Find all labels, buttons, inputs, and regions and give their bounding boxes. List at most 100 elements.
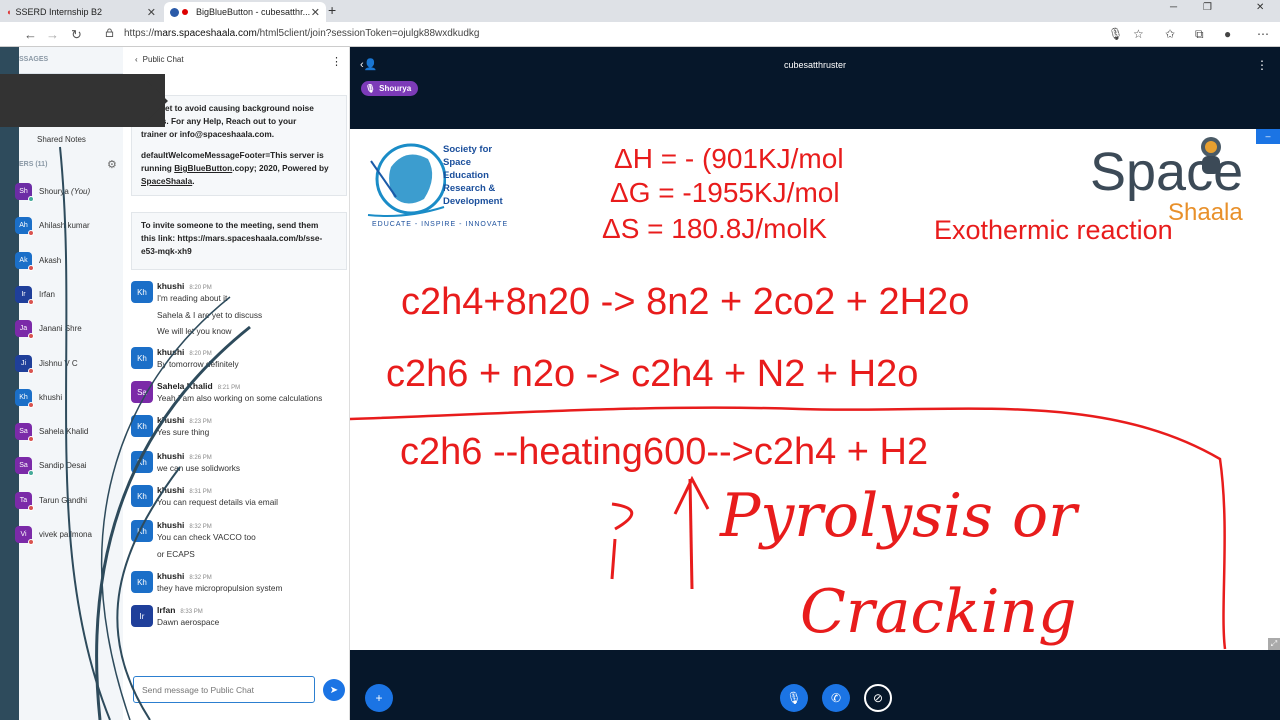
options-kebab-icon[interactable]: ⋮ — [1256, 58, 1268, 72]
share-webcam-button[interactable]: ⊘ — [864, 684, 892, 712]
user-list-item[interactable]: Sa Sahela Khalid — [15, 423, 123, 453]
message-sender: khushi 8:23 PM — [157, 415, 212, 425]
send-message-button[interactable]: ➤ — [323, 679, 345, 701]
logo-line: Research & — [443, 183, 496, 194]
forward-icon[interactable]: → — [46, 27, 59, 42]
user-status-icon — [28, 264, 34, 271]
profile-avatar-icon[interactable]: ● — [1224, 27, 1231, 41]
message-avatar: Kh — [131, 415, 153, 437]
chat-header[interactable]: ‹ Public Chat — [135, 55, 184, 64]
user-list-item[interactable]: Ta Tarun Gandhi — [15, 491, 123, 522]
entropy-text: ΔS = 180.8J/molK — [602, 213, 827, 244]
message-sender: khushi 8:31 PM — [157, 485, 212, 495]
minimize-presentation-button[interactable]: – — [1256, 129, 1280, 144]
message-time: 8:21 PM — [217, 385, 241, 391]
chat-title: Public Chat — [142, 55, 184, 64]
exothermic-text: Exothermic reaction — [934, 215, 1173, 245]
recording-dot-icon — [182, 9, 188, 15]
message-avatar: Kh — [131, 485, 153, 507]
bbb-favicon-icon — [170, 7, 179, 17]
minimize-icon[interactable]: ─ — [1170, 2, 1177, 13]
user-name: khushi — [39, 393, 62, 402]
favorite-star-icon[interactable]: ☆ — [1133, 27, 1144, 41]
tab-bigbluebutton[interactable]: BigBlueButton - cubesatthr... ✕ — [164, 2, 326, 22]
messages-section-label: SSAGES — [19, 56, 49, 63]
user-list-item[interactable]: Ir Irfan — [15, 285, 123, 316]
user-name-text: Akash — [39, 255, 62, 265]
presenter-badge: 🎙 Shourya — [361, 81, 419, 96]
user-list-item[interactable]: Ji Jishnu V C — [15, 354, 123, 385]
close-window-icon[interactable]: ✕ — [1256, 2, 1264, 13]
invite-line[interactable]: e53-mqk-xh9 — [141, 245, 337, 258]
chat-message: Sa Sahela Khalid 8:21 PM Yeah I am also wor… — [131, 381, 347, 411]
favorites-bar-icon[interactable]: ✩ — [1165, 27, 1175, 41]
logo-tagline: EDUCATE - INSPIRE - INNOVATE — [372, 221, 509, 228]
url-field[interactable]: https://mars.spaceshaala.com/html5client… — [124, 28, 479, 39]
back-icon[interactable]: ← — [24, 27, 37, 42]
sender-name: khushi — [157, 571, 185, 581]
address-bar: ← → ↻ https://mars.spaceshaala.com/html5… — [0, 22, 1280, 47]
presentation-slide: Society for Space Education Research & D… — [350, 129, 1280, 650]
chat-message: Kh khushi 8:32 PM they have micropropulsion… — [131, 571, 347, 601]
message-time: 8:32 PM — [189, 524, 212, 530]
tab-sserd-internship[interactable]: ◖ SSERD Internship B2 ✕ — [0, 2, 162, 22]
browser-menu-icon[interactable]: ⋯ — [1257, 27, 1269, 41]
chat-message-input[interactable] — [133, 676, 315, 703]
fullscreen-icon[interactable]: ⤢ — [1268, 638, 1280, 650]
message-time: 8:33 PM — [180, 609, 203, 615]
actions-plus-button[interactable]: + — [365, 684, 393, 712]
invite-message: To invite someone to the meeting, send t… — [131, 212, 347, 270]
bigbluebutton-link[interactable]: BigBlueButton — [174, 163, 232, 173]
user-name: Sahela Khalid — [39, 427, 88, 436]
welcome-footer-line: defaultWelcomeMessageFooter=This server … — [141, 150, 324, 160]
message-text: they have micropropulsion system — [157, 583, 283, 593]
user-list-item[interactable]: Ak Akash — [15, 251, 123, 282]
desktop-edge-strip — [0, 47, 19, 720]
message-sender: khushi 8:20 PM — [157, 281, 212, 291]
user-status-icon — [28, 470, 34, 477]
message-text: Dawn aerospace — [157, 617, 220, 627]
restore-icon[interactable]: ❐ — [1203, 2, 1212, 13]
equation-3: c2h6 --heating600-->c2h4 + H2 — [400, 431, 929, 473]
reload-icon[interactable]: ↻ — [71, 27, 82, 43]
camera-off-icon: ⊘ — [872, 691, 884, 705]
browser-tabbar: ◖ SSERD Internship B2 ✕ BigBlueButton - … — [0, 0, 1280, 22]
user-list-item[interactable]: Ah Ahilash kumar — [15, 217, 123, 247]
message-avatar: Ir — [131, 605, 153, 627]
message-avatar: Kh — [131, 571, 153, 593]
collections-icon[interactable]: ⧉ — [1195, 27, 1204, 42]
tab-close-icon[interactable]: ✕ — [311, 6, 320, 19]
screen: ◖ SSERD Internship B2 ✕ BigBlueButton - … — [0, 0, 1280, 720]
chat-options-kebab-icon[interactable]: ⋮ — [331, 55, 342, 68]
user-list-item[interactable]: Vi vivek pallmona — [15, 526, 123, 556]
user-status-icon — [28, 367, 34, 374]
mute-microphone-button[interactable]: 🎙 — [780, 684, 808, 712]
message-text: or ECAPS — [157, 548, 195, 559]
settings-gear-icon[interactable]: ⚙ — [107, 158, 117, 171]
user-list-item[interactable]: Sh Shourya (You) — [15, 183, 123, 213]
chat-message: Kh khushi 8:20 PM By tomorrow definitely — [131, 347, 347, 377]
message-text: Yes sure thing — [157, 427, 210, 437]
message-time: 8:20 PM — [189, 351, 212, 357]
message-sender: khushi 8:32 PM — [157, 520, 212, 530]
spaceshaala-link[interactable]: SpaceShaala — [141, 176, 192, 186]
message-sender: khushi 8:26 PM — [157, 451, 212, 461]
user-list-item[interactable]: Sa Sandip Desai — [15, 457, 123, 487]
user-list-item[interactable]: Ja Janani Shre — [15, 320, 123, 350]
presenter-name: Shourya — [379, 84, 412, 93]
user-list-item[interactable]: Kh khushi — [15, 388, 123, 419]
invite-line[interactable]: this link: https://mars.spaceshaala.com/… — [141, 232, 337, 245]
tab-close-icon[interactable]: ✕ — [147, 6, 156, 19]
shared-notes-item[interactable]: Shared Notes — [19, 133, 123, 147]
leave-audio-button[interactable]: ✆ — [822, 684, 850, 712]
handwritten-cracking: Cracking — [800, 577, 1077, 647]
new-tab-button[interactable]: + — [328, 2, 336, 18]
tab-favicon-icon: ◖ — [6, 7, 12, 17]
lock-icon — [105, 28, 114, 37]
equation-1: c2h4+8n20 -> 8n2 + 2co2 + 2H2o — [401, 281, 970, 323]
microphone-icon[interactable]: 🎙 — [1108, 27, 1123, 41]
user-name: Jishnu V C — [39, 359, 78, 368]
url-prefix: https:// — [124, 28, 155, 39]
message-avatar: Sa — [131, 381, 153, 403]
welcome-footer-line: running BigBlueButton.copy; 2020, Powere… — [141, 162, 337, 175]
